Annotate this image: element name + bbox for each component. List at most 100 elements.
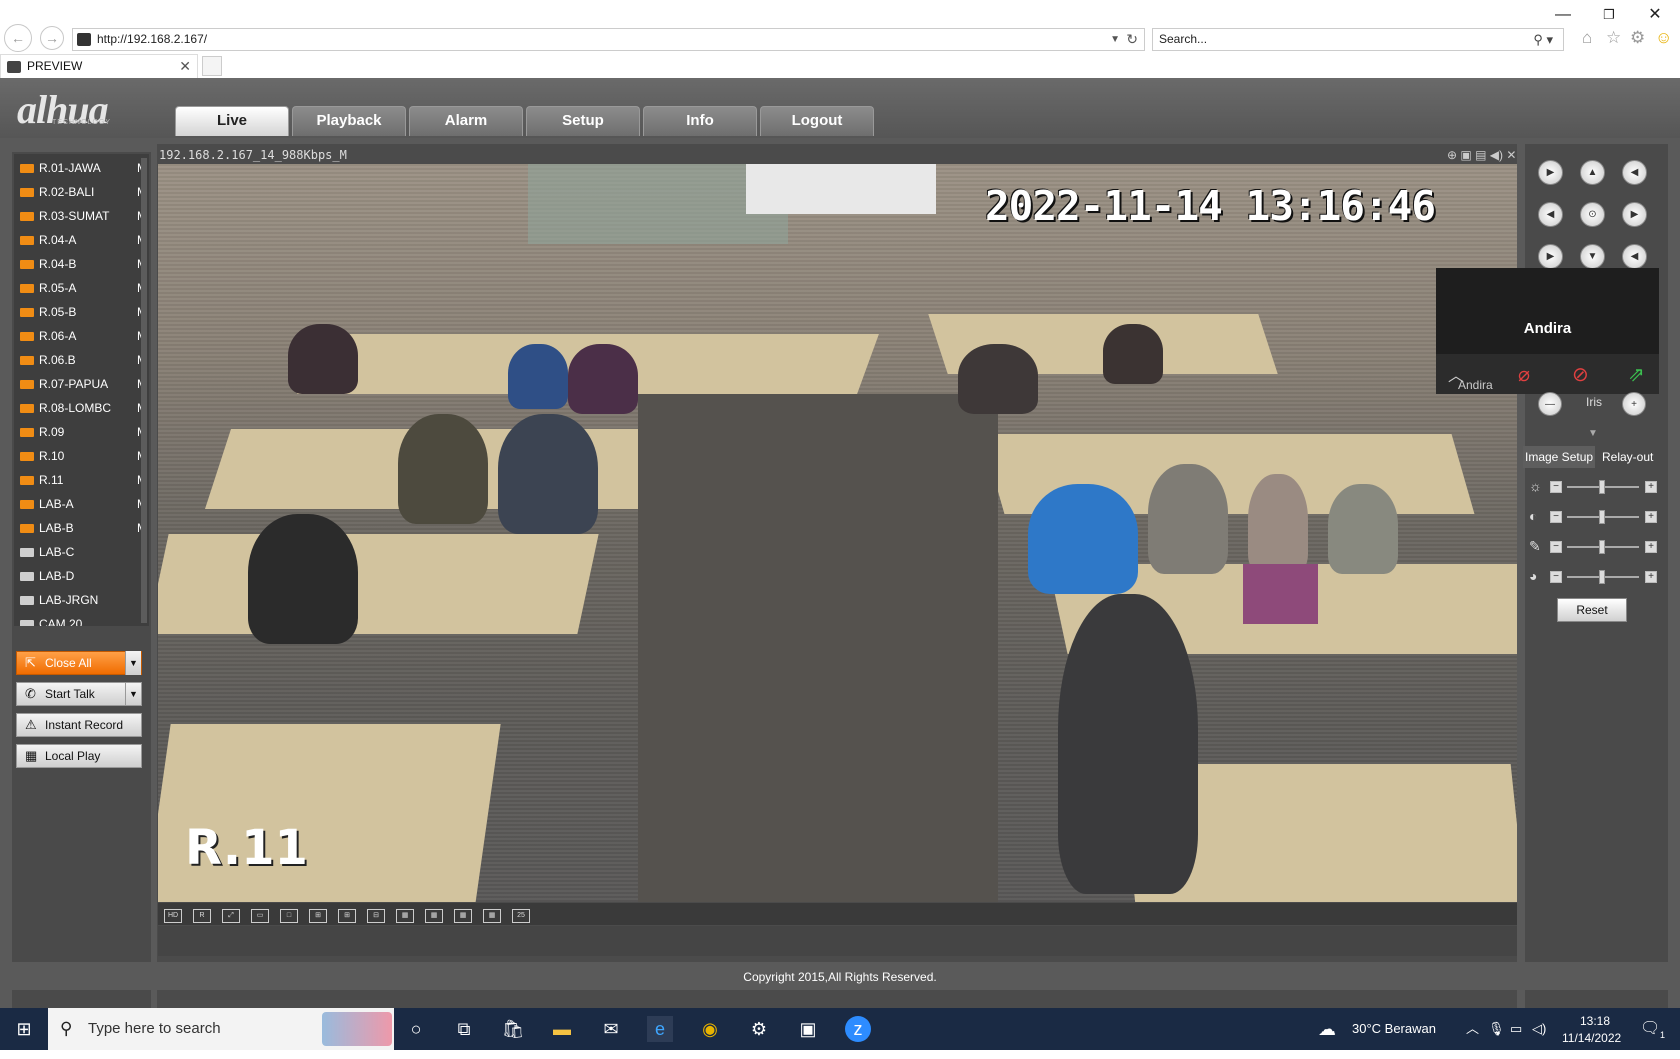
device-item[interactable]: LAB-C [20, 542, 149, 562]
device-item[interactable]: CAM 20 [20, 614, 149, 626]
layout-9-icon[interactable]: ▦ [396, 909, 414, 923]
slider-plus[interactable]: + [1645, 511, 1657, 523]
search-icon[interactable]: ⚲ ▾ [1533, 29, 1553, 50]
tab-logout[interactable]: Logout [760, 106, 874, 136]
video-off-icon[interactable]: ⊘ [1572, 362, 1589, 387]
microphone-icon[interactable]: 🎙 [1488, 1008, 1505, 1050]
audio-icon[interactable]: ◀) [1490, 148, 1503, 162]
clock-date[interactable]: 11/14/2022 [1562, 1017, 1621, 1059]
ptz-down-left-icon[interactable]: ▶ [1538, 244, 1563, 269]
search-input[interactable]: Search... ⚲ ▾ [1152, 28, 1564, 51]
tab-alarm[interactable]: Alarm [409, 106, 523, 136]
slider-knob[interactable] [1599, 540, 1605, 554]
device-item[interactable]: R.04-BM [20, 254, 149, 274]
saturation-slider[interactable]: ✎ − + [1529, 537, 1669, 557]
ptz-up-left-icon[interactable]: ▶ [1538, 160, 1563, 185]
new-tab-button[interactable] [202, 56, 222, 76]
weather-text[interactable]: 30°C Berawan [1352, 1008, 1436, 1050]
address-bar[interactable]: http://192.168.2.167/ ▼ ↻ [72, 28, 1145, 51]
device-item[interactable]: R.04-AM [20, 230, 149, 250]
brightness-slider[interactable]: ☼ − + [1529, 477, 1669, 497]
tab-image-setup[interactable]: Image Setup [1523, 446, 1596, 468]
video-close-icon[interactable]: ✕ [1506, 148, 1516, 162]
snapshot-icon[interactable]: ▣ [1460, 148, 1471, 162]
ptz-up-right-icon[interactable]: ◀ [1622, 160, 1647, 185]
device-item[interactable]: LAB-JRGN [20, 590, 149, 610]
back-button[interactable]: ← [4, 24, 32, 52]
layout-ratio-icon[interactable]: R [193, 909, 211, 923]
slider-minus[interactable]: − [1550, 541, 1562, 553]
slider-knob[interactable] [1599, 570, 1605, 584]
favorites-star-icon[interactable]: ☆ [1606, 28, 1621, 48]
iris-minus-icon[interactable]: — [1538, 392, 1562, 416]
tray-chevron-icon[interactable]: ︿ [1466, 1008, 1479, 1050]
layout-4-icon[interactable]: ⊞ [309, 909, 327, 923]
notifications-icon[interactable]: 🗨 [1640, 1008, 1660, 1050]
layout-25-icon[interactable]: 25 [512, 909, 530, 923]
ptz-up-icon[interactable]: ▲ [1580, 160, 1605, 185]
device-item[interactable]: R.03-SUMATM [20, 206, 149, 226]
layout-13-icon[interactable]: ▦ [425, 909, 443, 923]
device-item[interactable]: R.10M [20, 446, 149, 466]
camera-video-feed[interactable] [158, 164, 1517, 902]
layout-6-icon[interactable]: ⊞ [338, 909, 356, 923]
cortana-icon[interactable]: ○ [403, 1016, 429, 1042]
start-talk-dropdown-icon[interactable]: ▼ [125, 682, 141, 706]
device-item[interactable]: R.05-AM [20, 278, 149, 298]
zoom-call-overlay[interactable]: Andira ︿ Andira ⌀ ⊘ ⇗ [1436, 268, 1659, 394]
layout-fullscreen-icon[interactable]: ⤢ [222, 909, 240, 923]
slider-minus[interactable]: − [1550, 511, 1562, 523]
internet-explorer-icon[interactable]: e [647, 1016, 673, 1042]
layout-bar-icon[interactable]: ▭ [251, 909, 269, 923]
layout-20-icon[interactable]: ▦ [483, 909, 501, 923]
device-item[interactable]: R.11M [20, 470, 149, 490]
layout-hd-icon[interactable]: HD [164, 909, 182, 923]
close-all-dropdown-icon[interactable]: ▼ [125, 651, 141, 675]
slider-plus[interactable]: + [1645, 571, 1657, 583]
ptz-left-icon[interactable]: ◀ [1538, 202, 1563, 227]
taskbar-search-input[interactable]: ⚲ Type here to search [48, 1008, 394, 1050]
layout-8-icon[interactable]: ⊟ [367, 909, 385, 923]
device-item[interactable]: R.06.BM [20, 350, 149, 370]
address-dropdown-icon[interactable]: ▼ [1110, 29, 1120, 50]
share-screen-icon[interactable]: ⇗ [1628, 362, 1645, 387]
device-item[interactable]: R.08-LOMBCM [20, 398, 149, 418]
device-item[interactable]: LAB-AM [20, 494, 149, 514]
device-item[interactable]: R.09M [20, 422, 149, 442]
ptz-center-zoom-icon[interactable]: ⊙ [1580, 202, 1605, 227]
slider-knob[interactable] [1599, 510, 1605, 524]
reset-button[interactable]: Reset [1557, 598, 1627, 622]
browser-tab-preview[interactable]: PREVIEW ✕ [0, 54, 198, 78]
hue-slider[interactable]: ◕ − + [1529, 567, 1669, 587]
record-icon[interactable]: ▤ [1475, 148, 1486, 162]
tab-info[interactable]: Info [643, 106, 757, 136]
tab-live[interactable]: Live [175, 106, 289, 136]
slider-minus[interactable]: − [1550, 571, 1562, 583]
device-item[interactable]: R.06-AM [20, 326, 149, 346]
instant-record-button[interactable]: ⚠ Instant Record [16, 713, 142, 737]
network-icon[interactable]: ▭ [1510, 1008, 1522, 1050]
mic-muted-icon[interactable]: ⌀ [1518, 362, 1530, 387]
tab-setup[interactable]: Setup [526, 106, 640, 136]
ptz-right-icon[interactable]: ▶ [1622, 202, 1647, 227]
store-icon[interactable]: 🛍 [500, 1016, 526, 1042]
local-play-button[interactable]: ▦ Local Play [16, 744, 142, 768]
layout-1-icon[interactable]: □ [280, 909, 298, 923]
tab-playback[interactable]: Playback [292, 106, 406, 136]
tab-close-icon[interactable]: ✕ [179, 55, 191, 77]
feedback-smiley-icon[interactable]: ☺ [1655, 28, 1672, 48]
close-window-button[interactable]: ✕ [1632, 2, 1678, 28]
device-item[interactable]: LAB-BM [20, 518, 149, 538]
forward-button[interactable]: → [40, 26, 64, 50]
settings-gear-icon[interactable]: ⚙ [1630, 28, 1645, 48]
start-talk-button[interactable]: ✆ Start Talk ▼ [16, 682, 142, 706]
ptz-down-right-icon[interactable]: ◀ [1622, 244, 1647, 269]
ptz-down-icon[interactable]: ▼ [1580, 244, 1605, 269]
home-icon[interactable]: ⌂ [1582, 28, 1592, 48]
device-list-scrollbar[interactable] [141, 158, 147, 623]
remote-desktop-icon[interactable]: ▣ [795, 1016, 821, 1042]
device-item[interactable]: R.07-PAPUAM [20, 374, 149, 394]
settings-icon[interactable]: ⚙ [746, 1016, 772, 1042]
device-item[interactable]: LAB-D [20, 566, 149, 586]
chrome-icon[interactable]: ◉ [697, 1016, 723, 1042]
